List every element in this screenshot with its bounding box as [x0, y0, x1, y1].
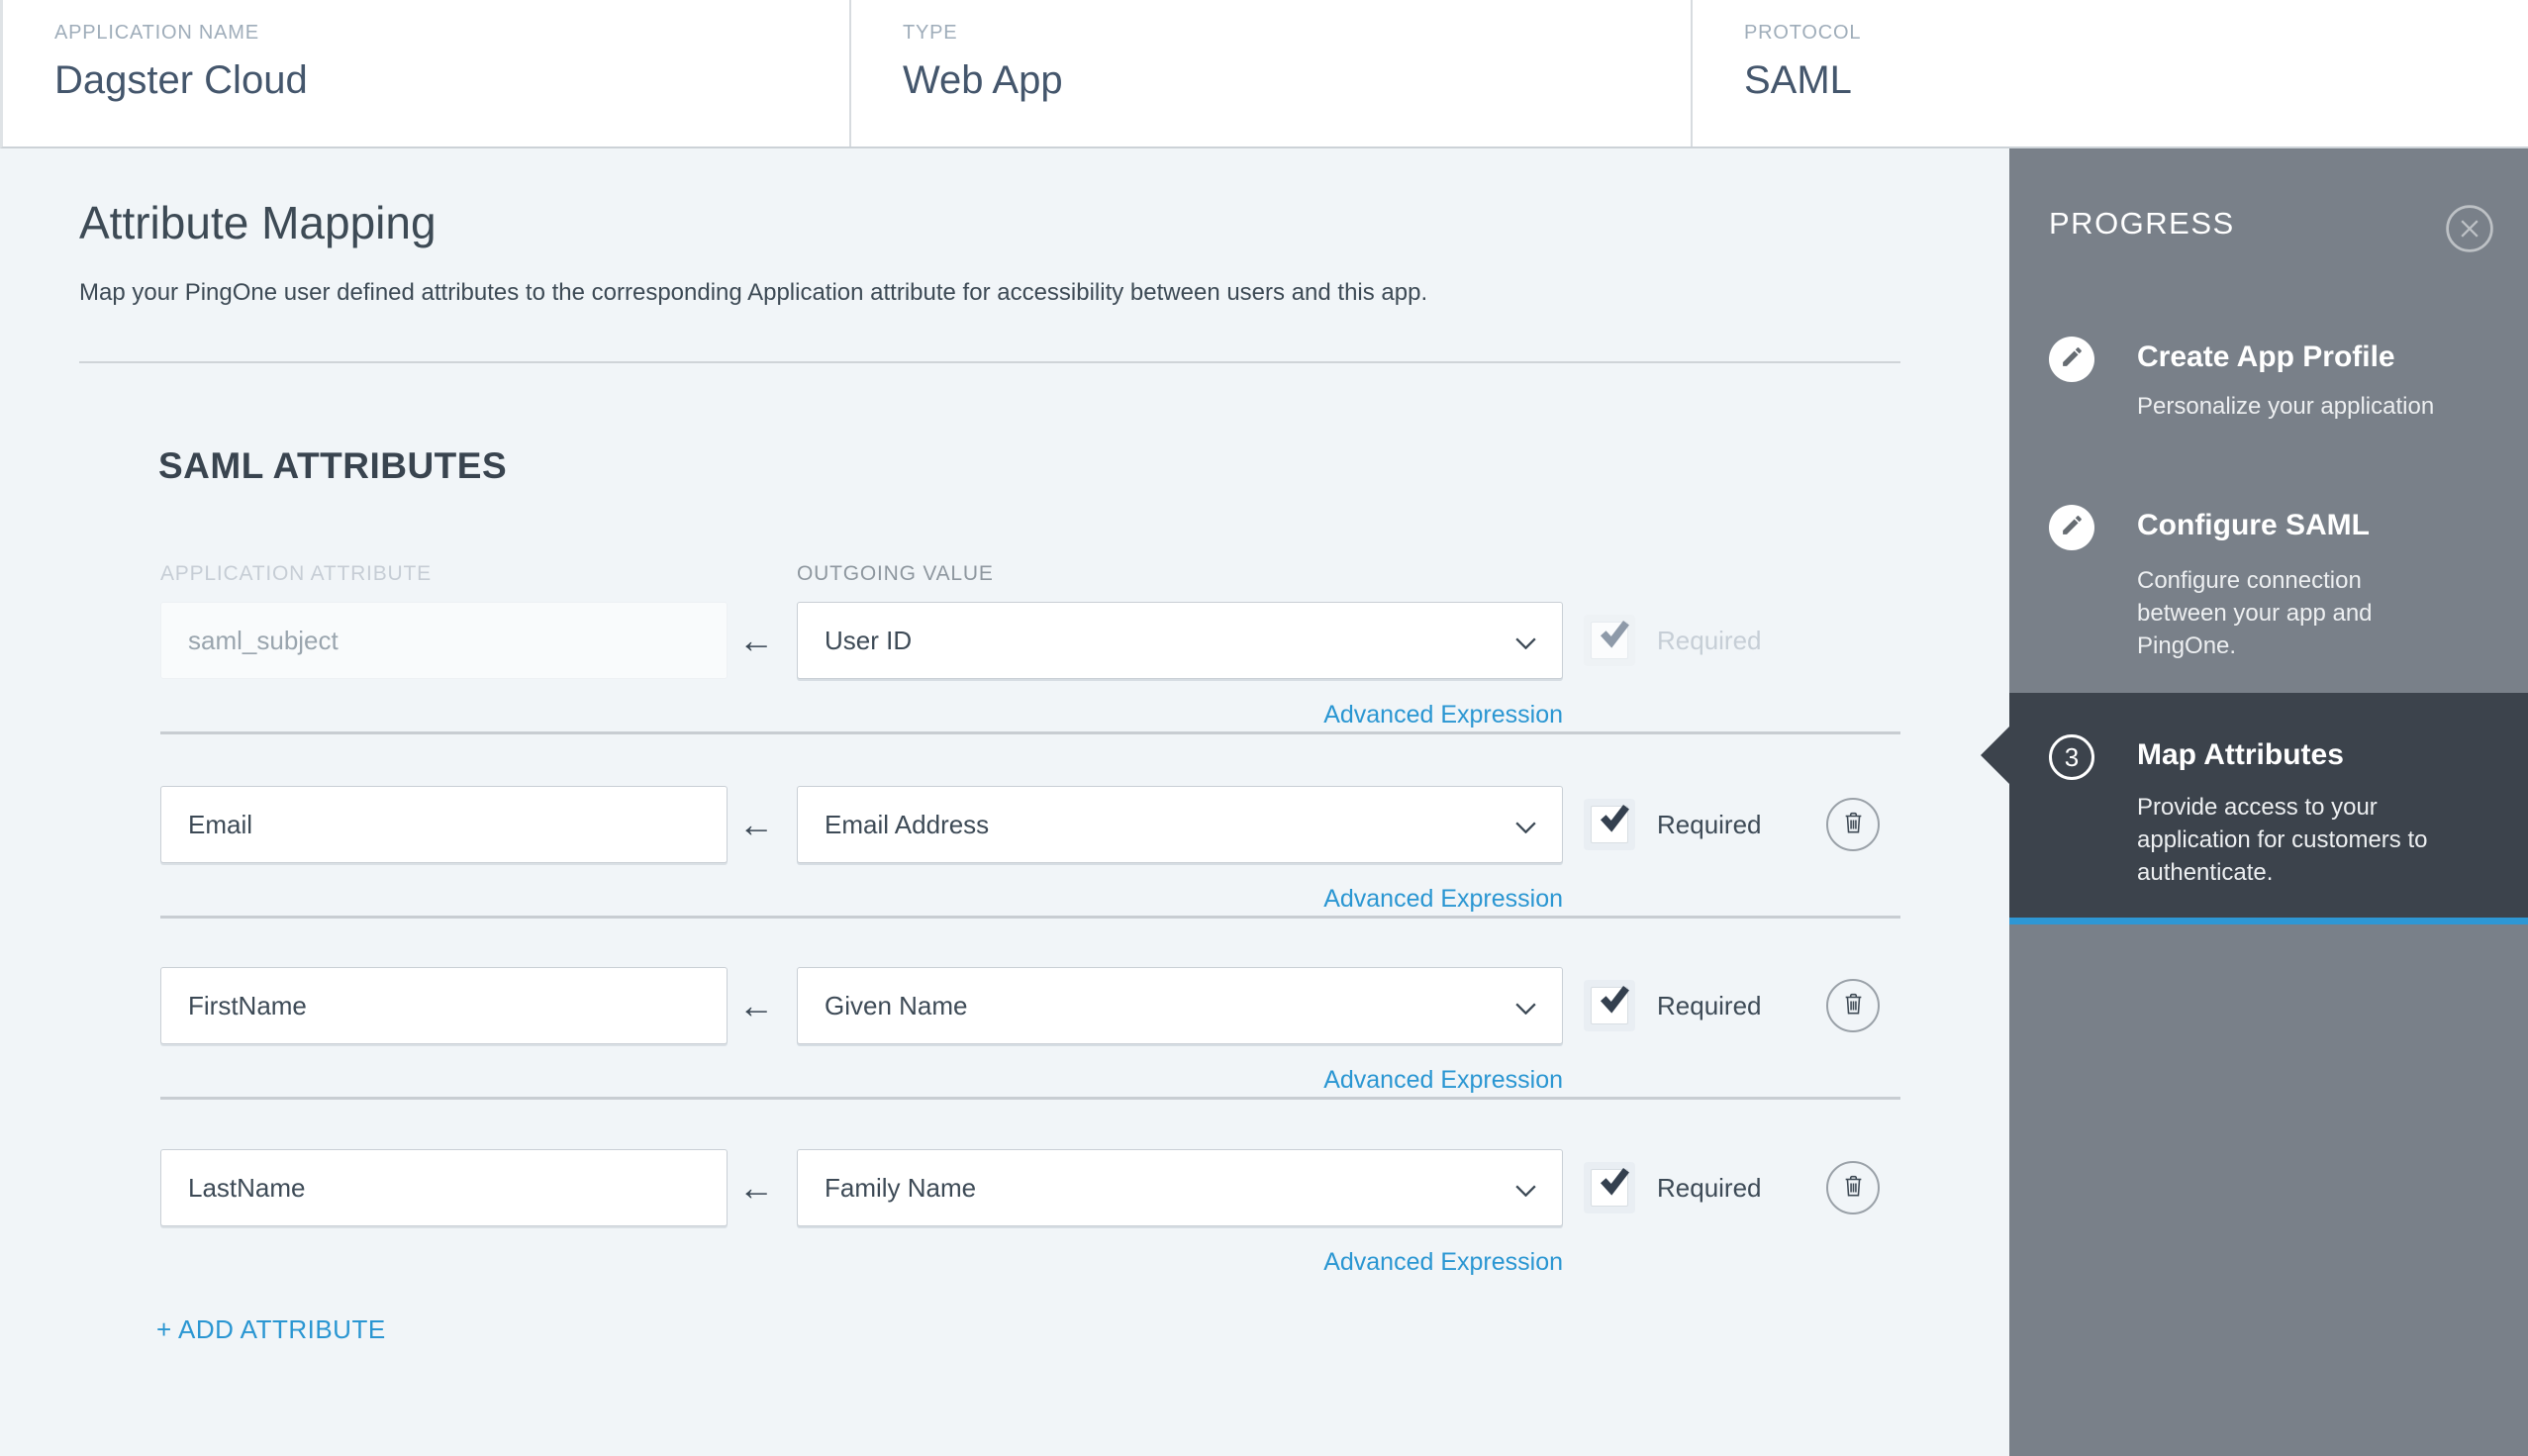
- attribute-row: LastName ← Family Name Required Advanced…: [0, 1149, 2009, 1282]
- delete-attribute-button[interactable]: [1826, 1161, 1880, 1214]
- delete-attribute-button[interactable]: [1826, 979, 1880, 1032]
- step-title: Configure SAML: [2137, 509, 2370, 541]
- required-checkbox[interactable]: [1584, 1162, 1635, 1213]
- outgoing-value-dropdown[interactable]: Email Address: [797, 786, 1563, 863]
- page-description: Map your PingOne user defined attributes…: [79, 279, 1428, 306]
- required-label: Required: [1657, 1172, 1762, 1203]
- required-label: Required: [1657, 625, 1762, 655]
- advanced-expression-link[interactable]: Advanced Expression: [797, 1066, 1563, 1095]
- saml-attributes-heading: SAML ATTRIBUTES: [158, 445, 508, 486]
- section-divider: [79, 361, 1900, 363]
- dropdown-value: Email Address: [825, 809, 990, 839]
- header-field-value: Web App: [903, 58, 1063, 102]
- dropdown-value: Family Name: [825, 1172, 977, 1203]
- trash-icon: [1839, 990, 1868, 1021]
- chevron-down-icon: [1515, 626, 1536, 656]
- required-checkbox: [1584, 615, 1635, 666]
- step-subtitle: Provide access to your application for c…: [2137, 794, 2428, 886]
- attribute-row: Email ← Email Address Required Advanced …: [0, 786, 2009, 919]
- attribute-row: FirstName ← Given Name Required Advanced…: [0, 967, 2009, 1100]
- application-attribute-input[interactable]: FirstName: [160, 967, 728, 1044]
- required-label: Required: [1657, 809, 1762, 839]
- close-button[interactable]: [2445, 204, 2494, 253]
- outgoing-value-dropdown[interactable]: Family Name: [797, 1149, 1563, 1226]
- row-divider: [160, 1097, 1900, 1100]
- delete-attribute-button[interactable]: [1826, 798, 1880, 851]
- add-attribute-link[interactable]: + ADD ATTRIBUTE: [156, 1314, 386, 1345]
- map-arrow-icon: ←: [738, 620, 774, 660]
- row-divider: [160, 731, 1900, 734]
- outgoing-value-dropdown[interactable]: User ID: [797, 602, 1563, 679]
- application-attribute-input: saml_subject: [160, 602, 728, 679]
- header-field-label: PROTOCOL: [1744, 22, 1862, 44]
- app-root: APPLICATION NAME Dagster Cloud TYPE Web …: [0, 0, 2528, 1456]
- trash-icon: [1839, 1172, 1868, 1204]
- close-icon: [2445, 205, 2494, 256]
- attribute-mapping-content: Attribute Mapping Map your PingOne user …: [0, 148, 2528, 1456]
- required-checkbox[interactable]: [1584, 980, 1635, 1031]
- step-title: Map Attributes: [2137, 738, 2344, 771]
- required-checkbox[interactable]: [1584, 799, 1635, 850]
- chevron-down-icon: [1515, 1173, 1536, 1204]
- app-header: APPLICATION NAME Dagster Cloud TYPE Web …: [0, 0, 2528, 148]
- advanced-expression-link[interactable]: Advanced Expression: [797, 701, 1563, 729]
- header-field-label: APPLICATION NAME: [54, 22, 259, 44]
- header-field-label: TYPE: [903, 22, 958, 44]
- progress-step[interactable]: 3 Map Attributes Provide access to your …: [1981, 693, 2528, 924]
- required-label: Required: [1657, 990, 1762, 1020]
- progress-step[interactable]: Create App Profile Personalize your appl…: [2009, 337, 2528, 505]
- step-subtitle: Configure connection between your app an…: [2137, 567, 2373, 659]
- step-number-circle: 3: [2049, 734, 2094, 780]
- chevron-down-icon: [1515, 810, 1536, 840]
- pencil-icon: [2060, 344, 2085, 374]
- step-number: 3: [2064, 741, 2080, 772]
- pencil-icon: [2060, 513, 2085, 542]
- active-step-notch: [1981, 726, 2010, 785]
- advanced-expression-link[interactable]: Advanced Expression: [797, 1248, 1563, 1277]
- step-title: Create App Profile: [2137, 340, 2395, 373]
- header-field-type: TYPE Web App: [849, 0, 1691, 146]
- map-arrow-icon: ←: [738, 804, 774, 844]
- application-attribute-input[interactable]: LastName: [160, 1149, 728, 1226]
- progress-panel: PROGRESS Create App Profile Personalize …: [1981, 148, 2528, 1456]
- step-icon-circle: [2049, 505, 2094, 550]
- dropdown-value: Given Name: [825, 990, 968, 1020]
- progress-title: PROGRESS: [2049, 206, 2235, 241]
- map-arrow-icon: ←: [738, 1167, 774, 1208]
- trash-icon: [1839, 809, 1868, 840]
- step-icon-circle: [2049, 337, 2094, 382]
- header-field-protocol: PROTOCOL SAML: [1691, 0, 2528, 146]
- header-field-value: Dagster Cloud: [54, 58, 308, 102]
- progress-step[interactable]: Configure SAML Configure connection betw…: [2009, 505, 2528, 693]
- column-label-outgoing-value: OUTGOING VALUE: [797, 562, 994, 585]
- attribute-row: saml_subject ← User ID Required Advanced…: [0, 602, 2009, 734]
- application-attribute-input[interactable]: Email: [160, 786, 728, 863]
- header-field-application-name: APPLICATION NAME Dagster Cloud: [3, 0, 849, 146]
- chevron-down-icon: [1515, 991, 1536, 1021]
- page-title: Attribute Mapping: [79, 197, 437, 248]
- header-field-value: SAML: [1744, 58, 1852, 102]
- outgoing-value-dropdown[interactable]: Given Name: [797, 967, 1563, 1044]
- advanced-expression-link[interactable]: Advanced Expression: [797, 885, 1563, 914]
- row-divider: [160, 916, 1900, 919]
- map-arrow-icon: ←: [738, 985, 774, 1025]
- dropdown-value: User ID: [825, 625, 913, 655]
- step-subtitle: Personalize your application: [2137, 393, 2435, 420]
